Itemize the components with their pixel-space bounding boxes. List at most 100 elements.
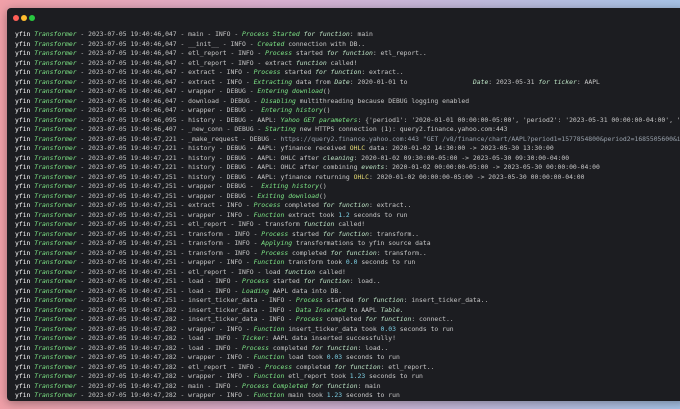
- log-segment: Transformer: [34, 229, 77, 238]
- log-segment: for function: [326, 49, 373, 57]
- log-segment: yfin: [15, 343, 35, 352]
- log-line: yfin Transformer - 2023-07-05 19:40:47,2…: [15, 287, 680, 297]
- log-segment: yfin: [15, 87, 35, 95]
- log-segment: - 2023-07-05 19:40:47,251 - wrapper - IN…: [76, 210, 254, 219]
- log-line: yfin Transformer - 2023-07-05 19:40:47,2…: [15, 154, 680, 164]
- log-segment: Transformer: [34, 115, 77, 124]
- log-segment: seconds to run: [342, 353, 400, 361]
- maximize-window-button[interactable]: [29, 15, 35, 21]
- log-line: yfin Transformer - 2023-07-05 19:40:46,0…: [15, 87, 680, 97]
- log-segment: started: [288, 229, 323, 238]
- log-segment: - 2023-07-05 19:40:47,282 - wrapper - IN…: [76, 391, 254, 399]
- log-segment: Disabling: [261, 96, 296, 105]
- log-segment: new HTTPS connection (1): query2.finance…: [295, 125, 508, 133]
- log-segment: - 2023-07-05 19:40:47,251 - wrapper - IN…: [76, 258, 254, 266]
- log-segment: yfin: [15, 315, 35, 323]
- log-segment: - 2023-07-05 19:40:46,047 - extract - IN…: [76, 77, 254, 86]
- minimize-window-button[interactable]: [21, 15, 27, 21]
- log-segment: completed: [322, 315, 366, 323]
- log-segment: : 2020-01-01 to: [349, 77, 473, 86]
- log-segment: yfin: [15, 163, 35, 171]
- log-segment: yfin: [15, 296, 35, 304]
- log-line: yfin Transformer - 2023-07-05 19:40:46,0…: [15, 40, 680, 50]
- log-segment: multithreading because DEBUG logging ena…: [295, 96, 470, 105]
- log-segment: Extracting: [253, 77, 293, 86]
- log-segment: - 2023-07-05 19:40:47,221 - history - DE…: [76, 163, 362, 171]
- log-segment: Transformer: [34, 87, 77, 95]
- log-segment: Process: [295, 315, 323, 323]
- log-segment: - 2023-07-05 19:40:47,251 - insert_ticke…: [76, 296, 296, 304]
- log-segment: seconds to run: [342, 391, 400, 399]
- log-segment: Transformer: [34, 267, 77, 276]
- title-bar: [7, 8, 680, 30]
- log-line: yfin Transformer - 2023-07-05 19:40:46,0…: [15, 68, 680, 78]
- log-line: yfin Transformer - 2023-07-05 19:40:47,2…: [15, 372, 680, 382]
- log-segment: yfin: [15, 68, 35, 76]
- log-segment: Transformer: [34, 334, 77, 342]
- log-segment: started: [280, 68, 316, 76]
- log-segment: Function: [253, 324, 285, 333]
- log-segment: : etl_report..: [372, 49, 427, 57]
- log-segment: Transformer: [34, 296, 77, 304]
- log-segment: Transformer: [34, 372, 77, 380]
- log-segment: for function: [322, 201, 370, 209]
- log-segment: - 2023-07-05 19:40:47,251 - extract - IN…: [76, 201, 254, 209]
- log-line: yfin Transformer - 2023-07-05 19:40:47,2…: [15, 344, 680, 354]
- log-segment: seconds to run: [395, 324, 454, 333]
- log-segment: yfin: [15, 191, 35, 200]
- log-segment: - 2023-07-05 19:40:47,282 - main - INFO …: [76, 381, 243, 390]
- log-segment: : transform..: [376, 248, 427, 257]
- log-segment: : extract..: [369, 201, 412, 209]
- log-segment: completed: [268, 343, 312, 352]
- log-segment: yfin: [15, 334, 35, 342]
- log-segment: Date: [472, 77, 489, 86]
- log-segment: Applying: [261, 239, 293, 247]
- close-window-button[interactable]: [13, 15, 19, 21]
- log-segment: Function: [253, 210, 285, 219]
- log-segment: - 2023-07-05 19:40:46,047 - wrapper - DE…: [76, 106, 262, 114]
- log-segment: Exiting history: [261, 182, 319, 190]
- log-segment: Entering download: [257, 87, 323, 95]
- log-segment: yfin: [15, 96, 35, 105]
- terminal-output[interactable]: yfin Transformer - 2023-07-05 19:40:46,0…: [15, 30, 680, 401]
- log-segment: - 2023-07-05 19:40:47,282 - insert_ticke…: [76, 305, 296, 314]
- log-line: yfin Transformer - 2023-07-05 19:40:46,0…: [15, 116, 680, 126]
- log-segment: Process: [242, 277, 269, 285]
- log-segment: Process: [253, 68, 281, 76]
- log-line: yfin Transformer - 2023-07-05 19:40:47,2…: [15, 325, 680, 335]
- log-segment: for function: [311, 381, 358, 390]
- log-segment: yfin: [15, 125, 35, 133]
- log-segment: : main: [357, 381, 381, 390]
- log-line: yfin Transformer - 2023-07-05 19:40:47,2…: [15, 192, 680, 202]
- log-segment: Process: [261, 229, 289, 238]
- log-segment: (): [322, 87, 331, 95]
- log-segment: Transformer: [34, 106, 77, 114]
- log-segment: - 2023-07-05 19:40:47,282 - insert_ticke…: [76, 315, 296, 323]
- log-segment: - 2023-07-05 19:40:47,221 - _make_reques…: [76, 134, 281, 143]
- log-segment: : AAPL data inserted successfully!: [265, 334, 396, 342]
- log-segment: - 2023-07-05 19:40:46,047 - main - INFO …: [76, 30, 243, 38]
- log-segment: yfin: [15, 220, 35, 228]
- log-segment: - 2023-07-05 19:40:46,047 - wrapper - DE…: [76, 87, 258, 95]
- log-segment: transform took: [284, 258, 346, 266]
- log-segment: yfin: [15, 172, 35, 181]
- log-line: yfin Transformer - 2023-07-05 19:40:47,2…: [15, 135, 680, 145]
- log-segment: OHLC: [353, 172, 369, 181]
- log-segment: Transformer: [34, 391, 77, 399]
- log-segment: Table.: [380, 305, 404, 314]
- log-segment: - 2023-07-05 19:40:47,251 - etl_report -…: [76, 220, 304, 228]
- log-segment: yfin: [15, 248, 35, 257]
- log-segment: started: [322, 296, 358, 304]
- log-segment: yfin: [15, 115, 35, 124]
- log-segment: yfin: [15, 210, 35, 219]
- log-segment: OHLC: [349, 144, 366, 152]
- log-segment: 1.23: [326, 391, 343, 399]
- log-segment: Process: [295, 296, 323, 304]
- log-segment: called!: [315, 267, 346, 276]
- log-segment: for function: [365, 315, 412, 323]
- log-segment: for function: [357, 296, 404, 304]
- log-line: yfin Transformer - 2023-07-05 19:40:47,2…: [15, 258, 680, 268]
- log-line: yfin Transformer - 2023-07-05 19:40:46,0…: [15, 97, 680, 107]
- log-segment: transformations to yfin source data: [292, 239, 431, 247]
- log-segment: yfin: [15, 258, 35, 266]
